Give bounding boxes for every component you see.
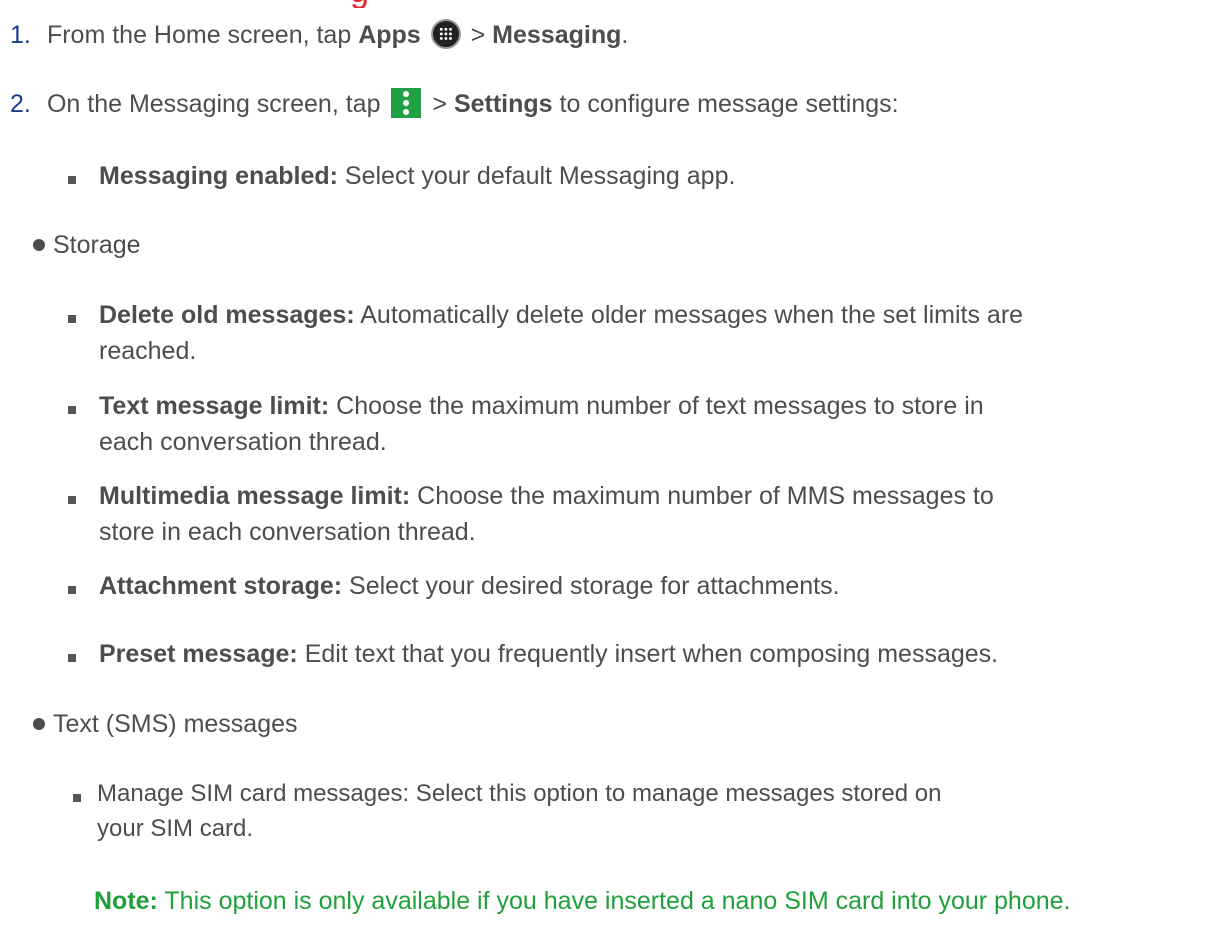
messaging-label: Messaging: [492, 21, 622, 49]
step-2-separator: >: [432, 90, 447, 118]
note-text: This option is only available if you hav…: [164, 887, 1071, 915]
list-item-attachment: Attachment storage: Select your desired …: [99, 569, 840, 603]
mms-limit-term: Multimedia message limit:: [99, 482, 411, 510]
step-1-text: From the Home screen, tap: [46, 21, 352, 49]
bullet-square: [68, 586, 76, 594]
list-item-preset: Preset message: Edit text that you frequ…: [99, 637, 998, 671]
list-item-text-limit: Text message limit: Choose the maximum n…: [99, 389, 984, 423]
bullet-dot: [33, 718, 45, 730]
step-1-separator: >: [470, 21, 486, 49]
bullet-dot: [33, 239, 45, 251]
text-limit-desc: Choose the maximum number of text messag…: [336, 392, 984, 420]
sim-desc-line-2: your SIM card.: [97, 815, 254, 842]
step-2-text-after: to configure message settings:: [559, 90, 899, 118]
list-item-delete-old: Delete old messages: Automatically delet…: [99, 298, 1023, 332]
apps-label: Apps: [358, 21, 421, 49]
delete-old-term: Delete old messages:: [99, 301, 355, 329]
section-storage-label: Storage: [53, 231, 141, 259]
heading-fragment: g: [350, 0, 390, 8]
step-1-number: 1.: [10, 21, 31, 49]
bullet-square: [68, 496, 76, 504]
step-2: 2. On the Messaging screen, tap > Settin…: [10, 87, 899, 121]
section-storage: Storage: [33, 228, 141, 262]
mms-limit-desc-line-2: store in each conversation thread.: [99, 518, 476, 546]
preset-desc: Edit text that you frequently insert whe…: [304, 640, 999, 668]
bullet-square: [68, 315, 76, 323]
section-sms: Text (SMS) messages: [33, 707, 298, 741]
messaging-enabled-desc: Select your default Messaging app.: [344, 162, 736, 190]
settings-label: Settings: [453, 90, 553, 118]
list-item-mms-limit: Multimedia message limit: Choose the max…: [99, 479, 994, 513]
note-label: Note:: [94, 887, 158, 915]
bullet-square: [68, 654, 76, 662]
step-2-number: 2.: [10, 90, 31, 118]
delete-old-desc-line-2: reached.: [99, 337, 197, 365]
attachment-desc: Select your desired storage for attachme…: [349, 572, 840, 600]
text-limit-desc-line-2: each conversation thread.: [99, 428, 387, 456]
preset-term: Preset message:: [99, 640, 298, 668]
overflow-menu-icon: [391, 88, 422, 118]
apps-grid-icon: [430, 19, 461, 49]
attachment-term: Attachment storage:: [99, 572, 343, 600]
mms-limit-desc: Choose the maximum number of MMS message…: [417, 482, 994, 510]
step-2-text: On the Messaging screen, tap: [46, 90, 381, 118]
bullet-square: [68, 406, 76, 414]
text-limit-term: Text message limit:: [99, 392, 330, 420]
bullet-square: [73, 794, 81, 802]
note: Note: This option is only available if y…: [94, 884, 1070, 918]
section-sms-label: Text (SMS) messages: [53, 710, 298, 738]
bullet-square: [68, 176, 76, 184]
step-1: 1. From the Home screen, tap Apps > Mess…: [10, 18, 628, 52]
step-1-period: .: [621, 21, 629, 49]
delete-old-desc: Automatically delete older messages when…: [360, 301, 1024, 329]
messaging-enabled-term: Messaging enabled:: [99, 162, 338, 190]
heading-fragment-text: g: [350, 0, 369, 8]
list-item-sim: Manage SIM card messages: Select this op…: [97, 780, 942, 807]
list-item-messaging-enabled: Messaging enabled: Select your default M…: [99, 159, 735, 193]
